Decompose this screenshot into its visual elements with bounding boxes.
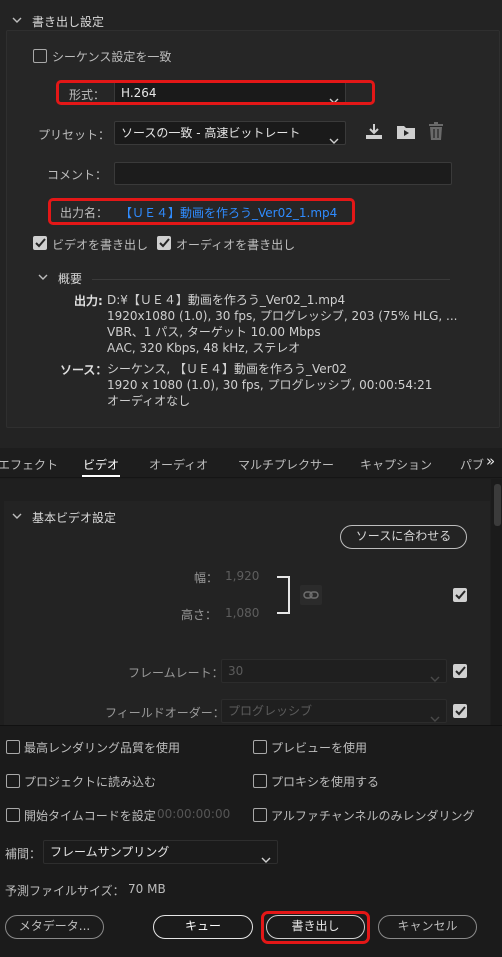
summary-output-lines: D:¥【ＵＥ４】動画を作ろう_Ver02_1.mp4 1920x1080 (1.… xyxy=(107,292,457,356)
comment-input[interactable] xyxy=(114,162,452,185)
tab-publish[interactable]: パブ xyxy=(460,456,484,473)
use-proxy-checkbox[interactable] xyxy=(253,774,267,788)
height-value[interactable]: 1,080 xyxy=(225,606,259,620)
frame-rate-value: 30 xyxy=(228,664,244,678)
summary-output-label: 出力: xyxy=(74,294,103,308)
alpha-only-label: アルファチャンネルのみレンダリング xyxy=(271,809,475,823)
aspect-link-bracket xyxy=(277,576,290,614)
alpha-only-checkbox[interactable] xyxy=(253,808,267,822)
preset-label: プリセット： xyxy=(38,128,111,142)
import-into-project-checkbox[interactable] xyxy=(6,774,20,788)
basic-video-chevron-icon[interactable] xyxy=(12,512,22,522)
interpolation-label: 補間： xyxy=(5,847,42,861)
field-order-select[interactable]: プログレッシブ xyxy=(221,699,447,723)
summary-chevron-icon[interactable] xyxy=(38,273,48,283)
match-source-button[interactable]: ソースに合わせる xyxy=(340,525,467,549)
summary-divider xyxy=(92,279,450,280)
summary-source-line: シーケンス, 【ＵＥ４】動画を作ろう_Ver02 xyxy=(107,362,347,376)
summary-source-line: 1920 x 1080 (1.0), 30 fps, プログレッシブ, 00:0… xyxy=(107,378,433,392)
basic-video-settings-title: 基本ビデオ設定 xyxy=(32,511,117,525)
match-sequence-label: シーケンス設定を一致 xyxy=(52,50,172,64)
use-preview-label: プレビューを使用 xyxy=(271,741,368,755)
export-audio-label: オーディオを書き出し xyxy=(176,238,296,252)
import-into-project-label: プロジェクトに読み込む xyxy=(24,775,157,789)
aspect-link-chain-icon[interactable] xyxy=(300,585,322,605)
comment-label: コメント： xyxy=(47,168,108,182)
collapse-chevron-icon[interactable] xyxy=(12,16,22,26)
chevron-down-icon xyxy=(329,130,339,152)
summary-output-line: D:¥【ＵＥ４】動画を作ろう_Ver02_1.mp4 xyxy=(107,293,346,307)
frame-rate-select[interactable]: 30 xyxy=(221,659,447,683)
summary-title: 概要 xyxy=(58,272,83,286)
frame-rate-match-checkbox[interactable] xyxy=(453,664,467,678)
field-order-label: フィールドオーダー： xyxy=(105,706,225,720)
summary-output-line: AAC, 320 Kbps, 48 kHz, ステレオ xyxy=(107,341,301,355)
chevron-down-icon xyxy=(261,849,271,871)
export-button-highlight-box xyxy=(261,911,370,944)
use-preview-checkbox[interactable] xyxy=(253,740,267,754)
preset-value: ソースの一致 - 高速ビットレート xyxy=(121,126,301,140)
interpolation-value: フレームサンプリング xyxy=(50,845,170,859)
width-label: 幅： xyxy=(194,571,219,585)
format-highlight-box xyxy=(56,80,375,105)
tabs-overflow-icon[interactable]: » xyxy=(486,452,495,470)
preset-select[interactable]: ソースの一致 - 高速ビットレート xyxy=(114,121,346,145)
match-sequence-checkbox[interactable] xyxy=(33,49,47,63)
metadata-button[interactable]: メタデータ... xyxy=(5,915,104,939)
chevron-down-icon xyxy=(430,668,440,690)
tab-captions[interactable]: キャプション xyxy=(360,456,432,473)
import-preset-icon[interactable] xyxy=(364,123,384,144)
use-proxy-label: プロキシを使用する xyxy=(271,775,380,789)
tab-effects[interactable]: エフェクト xyxy=(0,456,58,473)
video-panel-scrollbar-thumb[interactable] xyxy=(494,484,501,526)
height-label: 高さ： xyxy=(181,608,218,622)
active-tab-indicator xyxy=(82,475,120,477)
set-start-timecode-checkbox[interactable] xyxy=(6,808,20,822)
estimated-size-label: 予測ファイルサイズ： xyxy=(5,884,125,898)
output-name-highlight-box xyxy=(48,198,355,225)
field-order-match-checkbox[interactable] xyxy=(453,704,467,718)
tab-audio[interactable]: オーディオ xyxy=(149,456,208,473)
delete-preset-icon[interactable] xyxy=(428,122,444,144)
summary-source-label: ソース： xyxy=(60,363,108,377)
tab-multiplexer[interactable]: マルチプレクサー xyxy=(238,456,334,473)
width-value[interactable]: 1,920 xyxy=(225,569,259,583)
max-render-quality-label: 最高レンダリング品質を使用 xyxy=(24,741,181,755)
export-video-checkbox[interactable] xyxy=(33,236,47,250)
set-start-timecode-label: 開始タイムコードを設定 xyxy=(24,809,156,823)
export-settings-title: 書き出し設定 xyxy=(32,15,105,29)
max-render-quality-checkbox[interactable] xyxy=(6,740,20,754)
summary-output-line: 1920x1080 (1.0), 30 fps, プログレッシブ, 203 (7… xyxy=(107,309,458,323)
save-preset-icon[interactable] xyxy=(395,123,417,144)
cancel-button[interactable]: キャンセル xyxy=(378,915,477,939)
summary-output-line: VBR、1 パス, ターゲット 10.00 Mbps xyxy=(107,325,321,339)
summary-source-line: オーディオなし xyxy=(107,394,191,408)
field-order-value: プログレッシブ xyxy=(228,704,313,718)
export-audio-checkbox[interactable] xyxy=(157,236,171,250)
export-video-label: ビデオを書き出し xyxy=(52,238,149,252)
estimated-size-value: 70 MB xyxy=(128,882,166,896)
interpolation-select[interactable]: フレームサンプリング xyxy=(43,840,278,864)
start-timecode-value[interactable]: 00:00:00:00 xyxy=(157,807,230,821)
tab-video[interactable]: ビデオ xyxy=(83,456,119,473)
queue-button[interactable]: キュー xyxy=(153,915,253,939)
frame-rate-label: フレームレート： xyxy=(128,666,224,680)
summary-source-lines: シーケンス, 【ＵＥ４】動画を作ろう_Ver02 1920 x 1080 (1.… xyxy=(107,361,432,409)
dimension-match-source-checkbox[interactable] xyxy=(453,588,467,602)
